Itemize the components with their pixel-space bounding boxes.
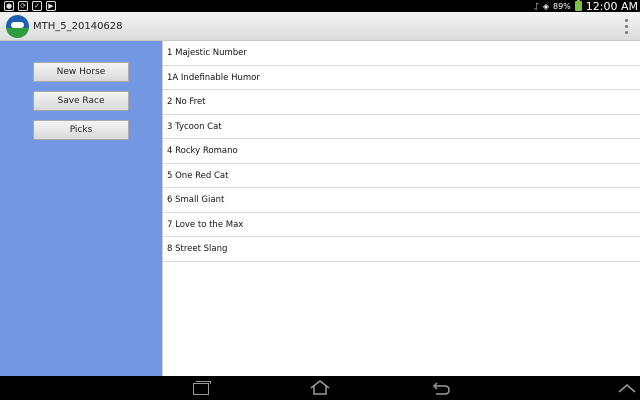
sync-icon: ⟳: [18, 1, 28, 11]
system-status: ᛢ ◈ 89% 12:00 AM: [534, 0, 638, 13]
recent-apps-icon[interactable]: [190, 380, 212, 396]
list-item[interactable]: 8 Street Slang: [163, 237, 640, 262]
chevron-up-icon[interactable]: [616, 380, 638, 396]
battery-icon: [574, 0, 582, 11]
wifi-icon: ◈: [542, 1, 549, 11]
sidebar: New Horse Save Race Picks: [0, 41, 162, 376]
list-item[interactable]: 1 Majestic Number: [163, 41, 640, 66]
checkmark-icon: ✓: [32, 1, 42, 11]
list-item[interactable]: 7 Love to the Max: [163, 213, 640, 237]
list-item[interactable]: 6 Small Giant: [163, 188, 640, 213]
save-race-button[interactable]: Save Race: [33, 91, 129, 111]
picks-button[interactable]: Picks: [33, 120, 129, 140]
list-item[interactable]: 1A Indefinable Humor: [163, 66, 640, 90]
new-horse-button[interactable]: New Horse: [33, 62, 129, 82]
list-item[interactable]: 3 Tycoon Cat: [163, 115, 640, 139]
play-store-icon: ▶: [46, 1, 56, 11]
app-logo-icon[interactable]: [6, 15, 29, 38]
list-item[interactable]: 4 Rocky Romano: [163, 139, 640, 164]
clock: 12:00 AM: [585, 0, 638, 13]
bluetooth-icon: ᛢ: [534, 1, 539, 11]
race-title: MTH_5_20140628: [33, 21, 123, 32]
action-bar: MTH_5_20140628: [0, 12, 640, 41]
home-icon[interactable]: [309, 380, 331, 396]
notification-icons: ● ⟳ ✓ ▶: [4, 1, 56, 11]
list-item[interactable]: 2 No Fret: [163, 90, 640, 115]
app-notification-icon: ●: [4, 1, 14, 11]
battery-percent: 89%: [553, 1, 571, 11]
horse-list: 1 Majestic Number 1A Indefinable Humor 2…: [162, 41, 640, 376]
overflow-menu-icon[interactable]: [624, 19, 628, 34]
status-bar: ● ⟳ ✓ ▶ ᛢ ◈ 89% 12:00 AM: [0, 0, 640, 13]
navigation-bar: [0, 376, 640, 400]
list-item[interactable]: 5 One Red Cat: [163, 164, 640, 188]
back-icon[interactable]: [430, 380, 452, 396]
